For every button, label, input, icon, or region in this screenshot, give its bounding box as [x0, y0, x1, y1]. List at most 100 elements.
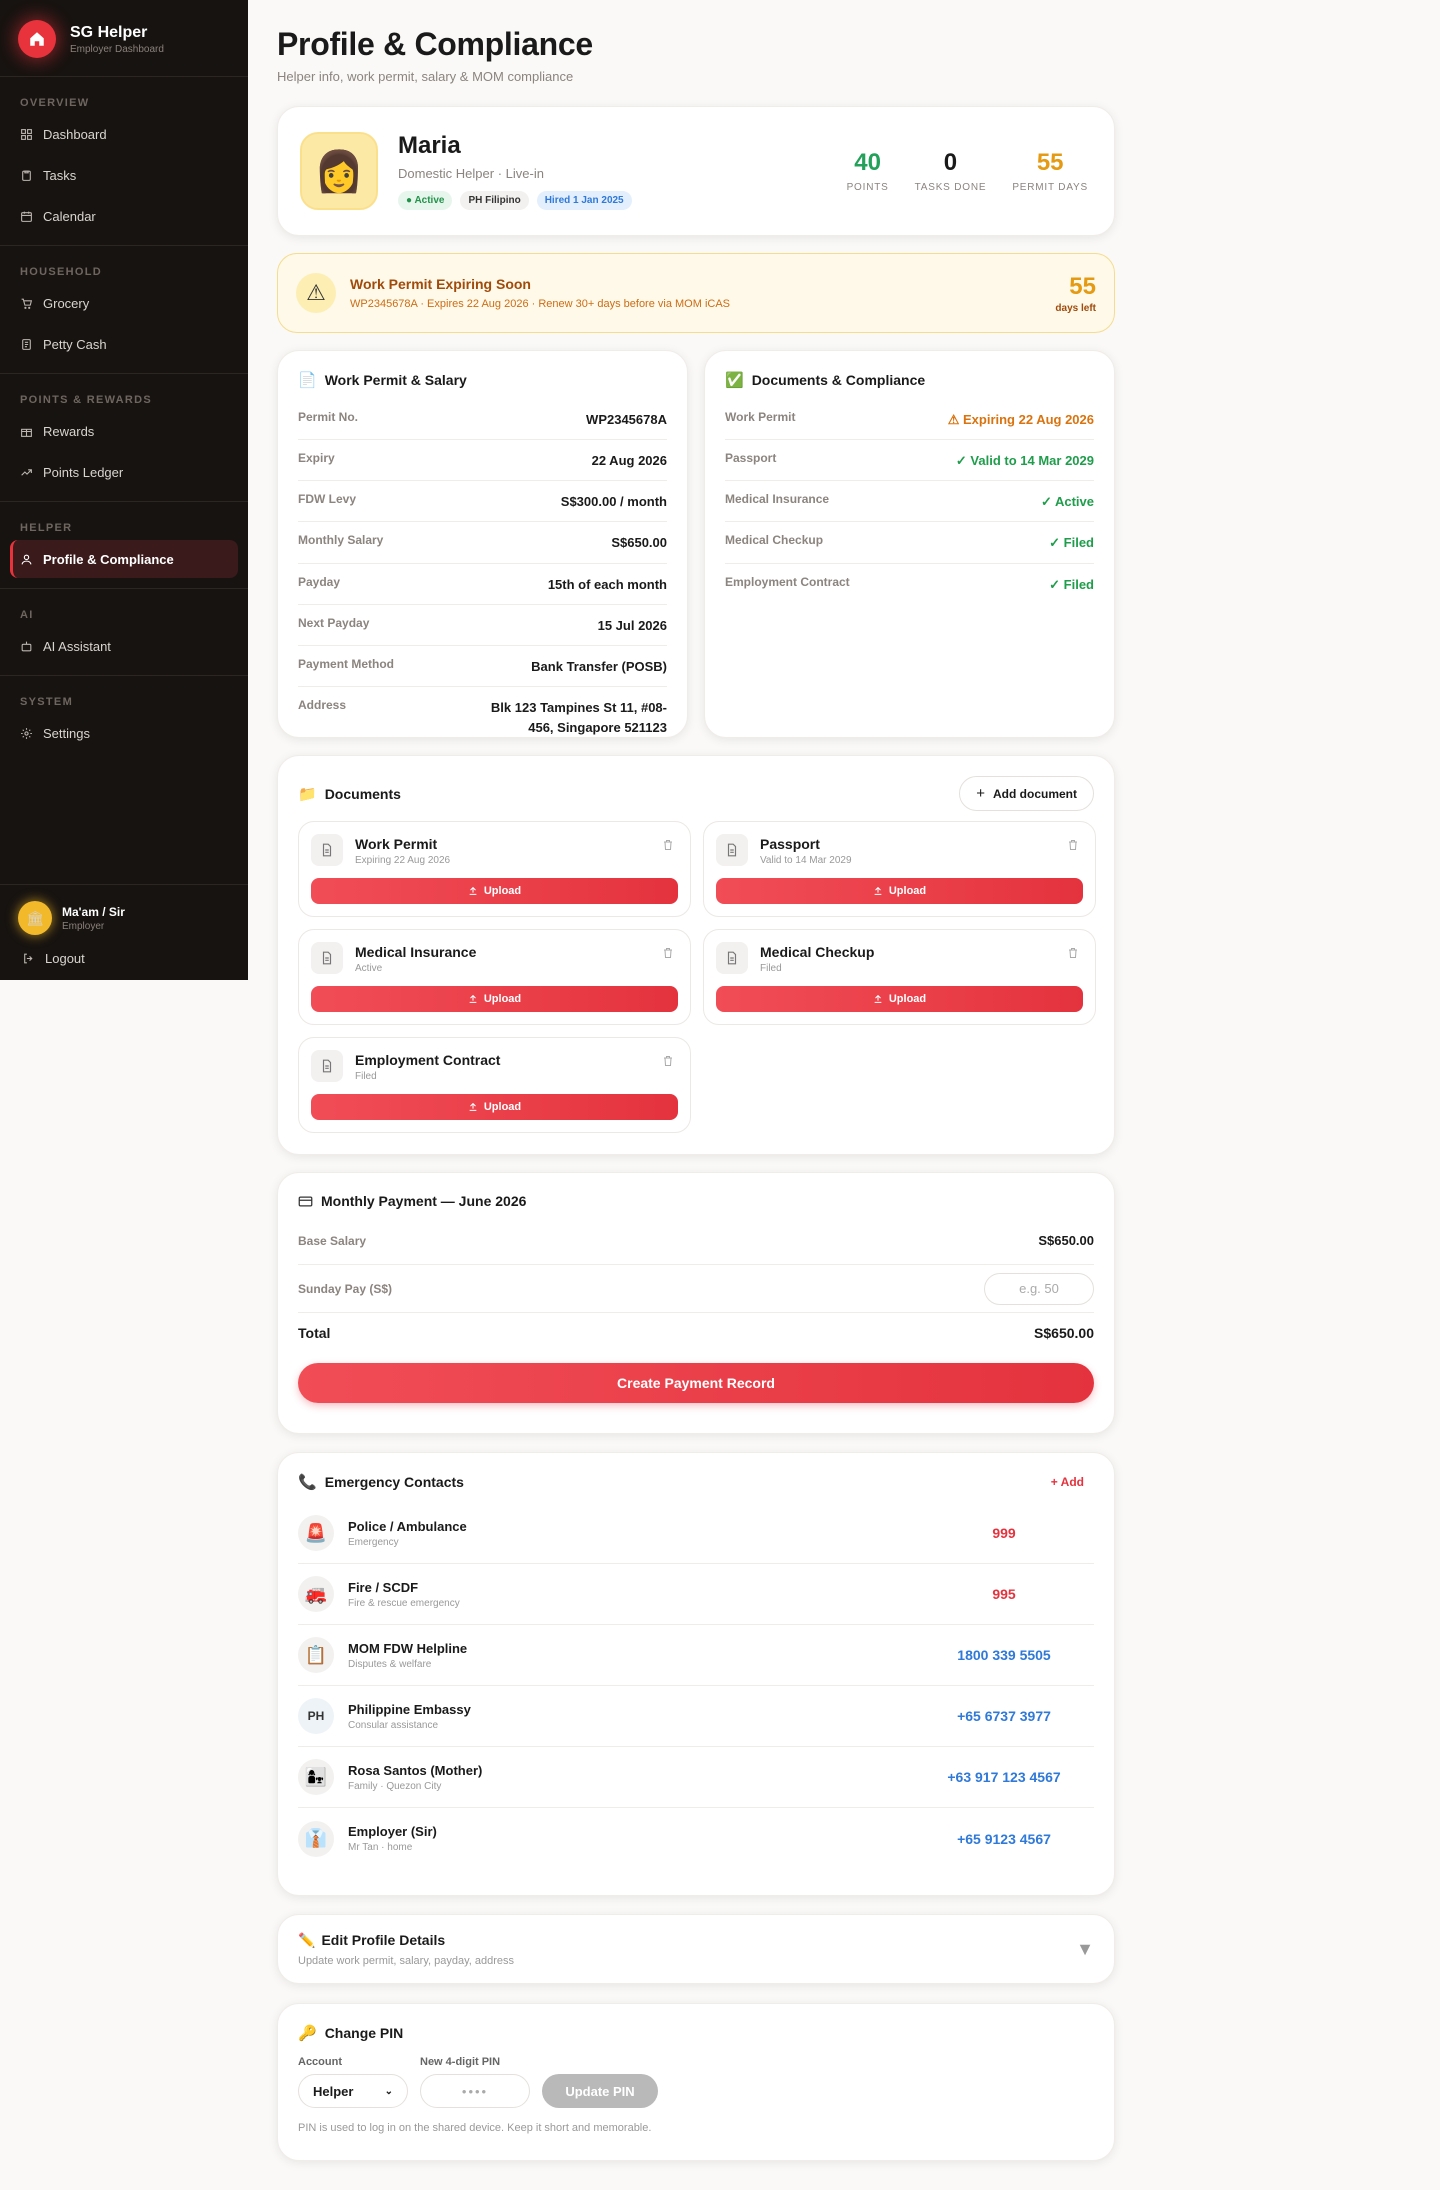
chevron-down-icon: ⌄: [384, 2085, 393, 2097]
nav-section-label: SYSTEM: [20, 696, 74, 708]
trash-icon[interactable]: [662, 838, 674, 856]
trend-up-icon: [21, 468, 32, 476]
sidebar-item-tasks[interactable]: Tasks: [10, 156, 238, 194]
upload-button[interactable]: Upload: [311, 878, 678, 904]
brand-subtitle: Employer Dashboard: [70, 43, 164, 55]
plus-icon: +: [976, 785, 985, 802]
document-status: Valid to 14 Mar 2029: [760, 855, 852, 866]
brand[interactable]: SG Helper Employer Dashboard: [0, 0, 248, 77]
upload-icon: [874, 886, 882, 895]
folder-icon: 📁: [298, 785, 317, 803]
new-pin-input[interactable]: ••••: [420, 2074, 530, 2108]
contact-phone-link[interactable]: +63 917 123 4567: [914, 1769, 1094, 1785]
contact-phone-link[interactable]: 995: [914, 1586, 1094, 1602]
compliance-row: Employment Contract ✓ Filed: [725, 564, 1094, 604]
trash-icon[interactable]: [662, 946, 674, 964]
sidebar-item-ai-assistant[interactable]: AI Assistant: [10, 627, 238, 665]
nav-section-ai: AI AI Assistant: [0, 589, 248, 676]
emergency-contacts-card: 📞 Emergency Contacts + Add 🚨 Police / Am…: [277, 1452, 1115, 1896]
sidebar-item-label: Settings: [43, 725, 90, 741]
sidebar-item-label: Profile & Compliance: [43, 551, 174, 567]
upload-button[interactable]: Upload: [716, 878, 1083, 904]
field-label: Medical Checkup: [725, 533, 824, 548]
brand-title: SG Helper: [70, 23, 148, 41]
home-icon: [18, 20, 56, 58]
avatar: 🏛: [18, 901, 52, 935]
sidebar-item-label: Petty Cash: [43, 336, 107, 352]
base-salary-value: S$650.00: [1038, 1233, 1094, 1248]
upload-button[interactable]: Upload: [716, 986, 1083, 1012]
permit-row: Payday 15th of each month: [298, 564, 667, 605]
field-label: Address: [298, 697, 347, 712]
sidebar-item-dashboard[interactable]: Dashboard: [10, 115, 238, 153]
field-value: S$300.00 / month: [560, 494, 667, 510]
document-title: Employment Contract: [355, 1052, 501, 1068]
compliance-row: Passport ✓ Valid to 14 Mar 2029: [725, 440, 1094, 482]
sidebar-item-settings[interactable]: Settings: [10, 714, 238, 752]
contact-icon: 🚨: [298, 1515, 334, 1551]
stat-points: 40 POINTS: [847, 149, 889, 193]
sidebar-item-petty-cash[interactable]: Petty Cash: [10, 325, 238, 363]
total-label: Total: [298, 1325, 331, 1341]
contact-phone-link[interactable]: +65 6737 3977: [914, 1708, 1094, 1724]
logout-button[interactable]: Logout: [18, 951, 230, 966]
add-document-label: Add document: [993, 786, 1077, 801]
sidebar-item-rewards[interactable]: Rewards: [10, 412, 238, 450]
helper-avatar: 👩: [300, 132, 378, 210]
file-icon: [716, 942, 748, 974]
update-pin-button[interactable]: Update PIN: [542, 2074, 658, 2108]
profile-stats: 40 POINTS 0 TASKS DONE 55 PERMIT DAYS: [847, 149, 1088, 193]
contact-name: Police / Ambulance: [348, 1518, 467, 1534]
upload-button[interactable]: Upload: [311, 1094, 678, 1120]
document-title: Work Permit: [355, 836, 438, 852]
key-icon: 🔑: [298, 2025, 317, 2042]
field-label: FDW Levy: [298, 492, 357, 507]
base-salary-label: Base Salary: [298, 1233, 367, 1248]
robot-icon: [21, 641, 32, 651]
document-item: Medical Checkup Filed Upload: [703, 929, 1096, 1025]
sunday-pay-label: Sunday Pay (S$): [298, 1281, 393, 1296]
upload-label: Upload: [888, 993, 927, 1005]
add-contact-button[interactable]: + Add: [1051, 1475, 1084, 1489]
document-title: Passport: [760, 836, 820, 852]
account-select[interactable]: Helper ⌄: [298, 2074, 408, 2108]
edit-profile-card[interactable]: ✏️ Edit Profile Details Update work perm…: [277, 1914, 1115, 1984]
document-item: Passport Valid to 14 Mar 2029 Upload: [703, 821, 1096, 917]
contact-phone-link[interactable]: 1800 339 5505: [914, 1647, 1094, 1663]
permit-row: Address Blk 123 Tampines St 11, #08-456,…: [298, 687, 667, 747]
add-document-button[interactable]: + Add document: [959, 776, 1094, 811]
documents-compliance-card: ✅ Documents & Compliance Work Permit ⚠ E…: [704, 350, 1115, 738]
compliance-status: ✓ Valid to 14 Mar 2029: [955, 453, 1094, 469]
document-title: Medical Checkup: [760, 944, 875, 960]
sidebar-item-profile-compliance[interactable]: Profile & Compliance: [10, 540, 238, 578]
contact-row: 🚨 Police / Ambulance Emergency 999: [298, 1503, 1094, 1564]
phone-icon: 📞: [298, 1474, 317, 1491]
create-payment-record-button[interactable]: Create Payment Record: [298, 1363, 1094, 1403]
stat-value: 0: [943, 149, 958, 176]
upload-icon: [469, 886, 477, 895]
contact-phone-link[interactable]: +65 9123 4567: [914, 1831, 1094, 1847]
contact-subtitle: Disputes & welfare: [348, 1658, 432, 1670]
sidebar-item-calendar[interactable]: Calendar: [10, 197, 238, 235]
trash-icon[interactable]: [1067, 838, 1079, 856]
stat-permit-days: 55 PERMIT DAYS: [1012, 149, 1088, 193]
field-label: Medical Insurance: [725, 492, 830, 507]
trash-icon[interactable]: [662, 1054, 674, 1072]
upload-icon: [874, 994, 882, 1003]
contact-phone-link[interactable]: 999: [914, 1525, 1094, 1541]
sidebar-item-grocery[interactable]: Grocery: [10, 284, 238, 322]
page-subtitle: Helper info, work permit, salary & MOM c…: [277, 69, 574, 84]
chevron-down-icon[interactable]: ▼: [1076, 1939, 1094, 1960]
nationality-badge: PH Filipino: [460, 191, 529, 210]
document-title: Medical Insurance: [355, 944, 477, 960]
contact-row: 👩‍👧 Rosa Santos (Mother) Family · Quezon…: [298, 1747, 1094, 1808]
sunday-pay-input[interactable]: e.g. 50: [984, 1272, 1094, 1305]
document-item: Medical Insurance Active Upload: [298, 929, 691, 1025]
user-profile[interactable]: 🏛 Ma'am / Sir Employer: [18, 901, 230, 935]
upload-button[interactable]: Upload: [311, 986, 678, 1012]
helper-name: Maria: [398, 132, 461, 159]
sidebar-item-label: Grocery: [43, 295, 90, 311]
sidebar-item-points-ledger[interactable]: Points Ledger: [10, 453, 238, 491]
trash-icon[interactable]: [1067, 946, 1079, 964]
document-icon: 📄: [298, 372, 317, 389]
